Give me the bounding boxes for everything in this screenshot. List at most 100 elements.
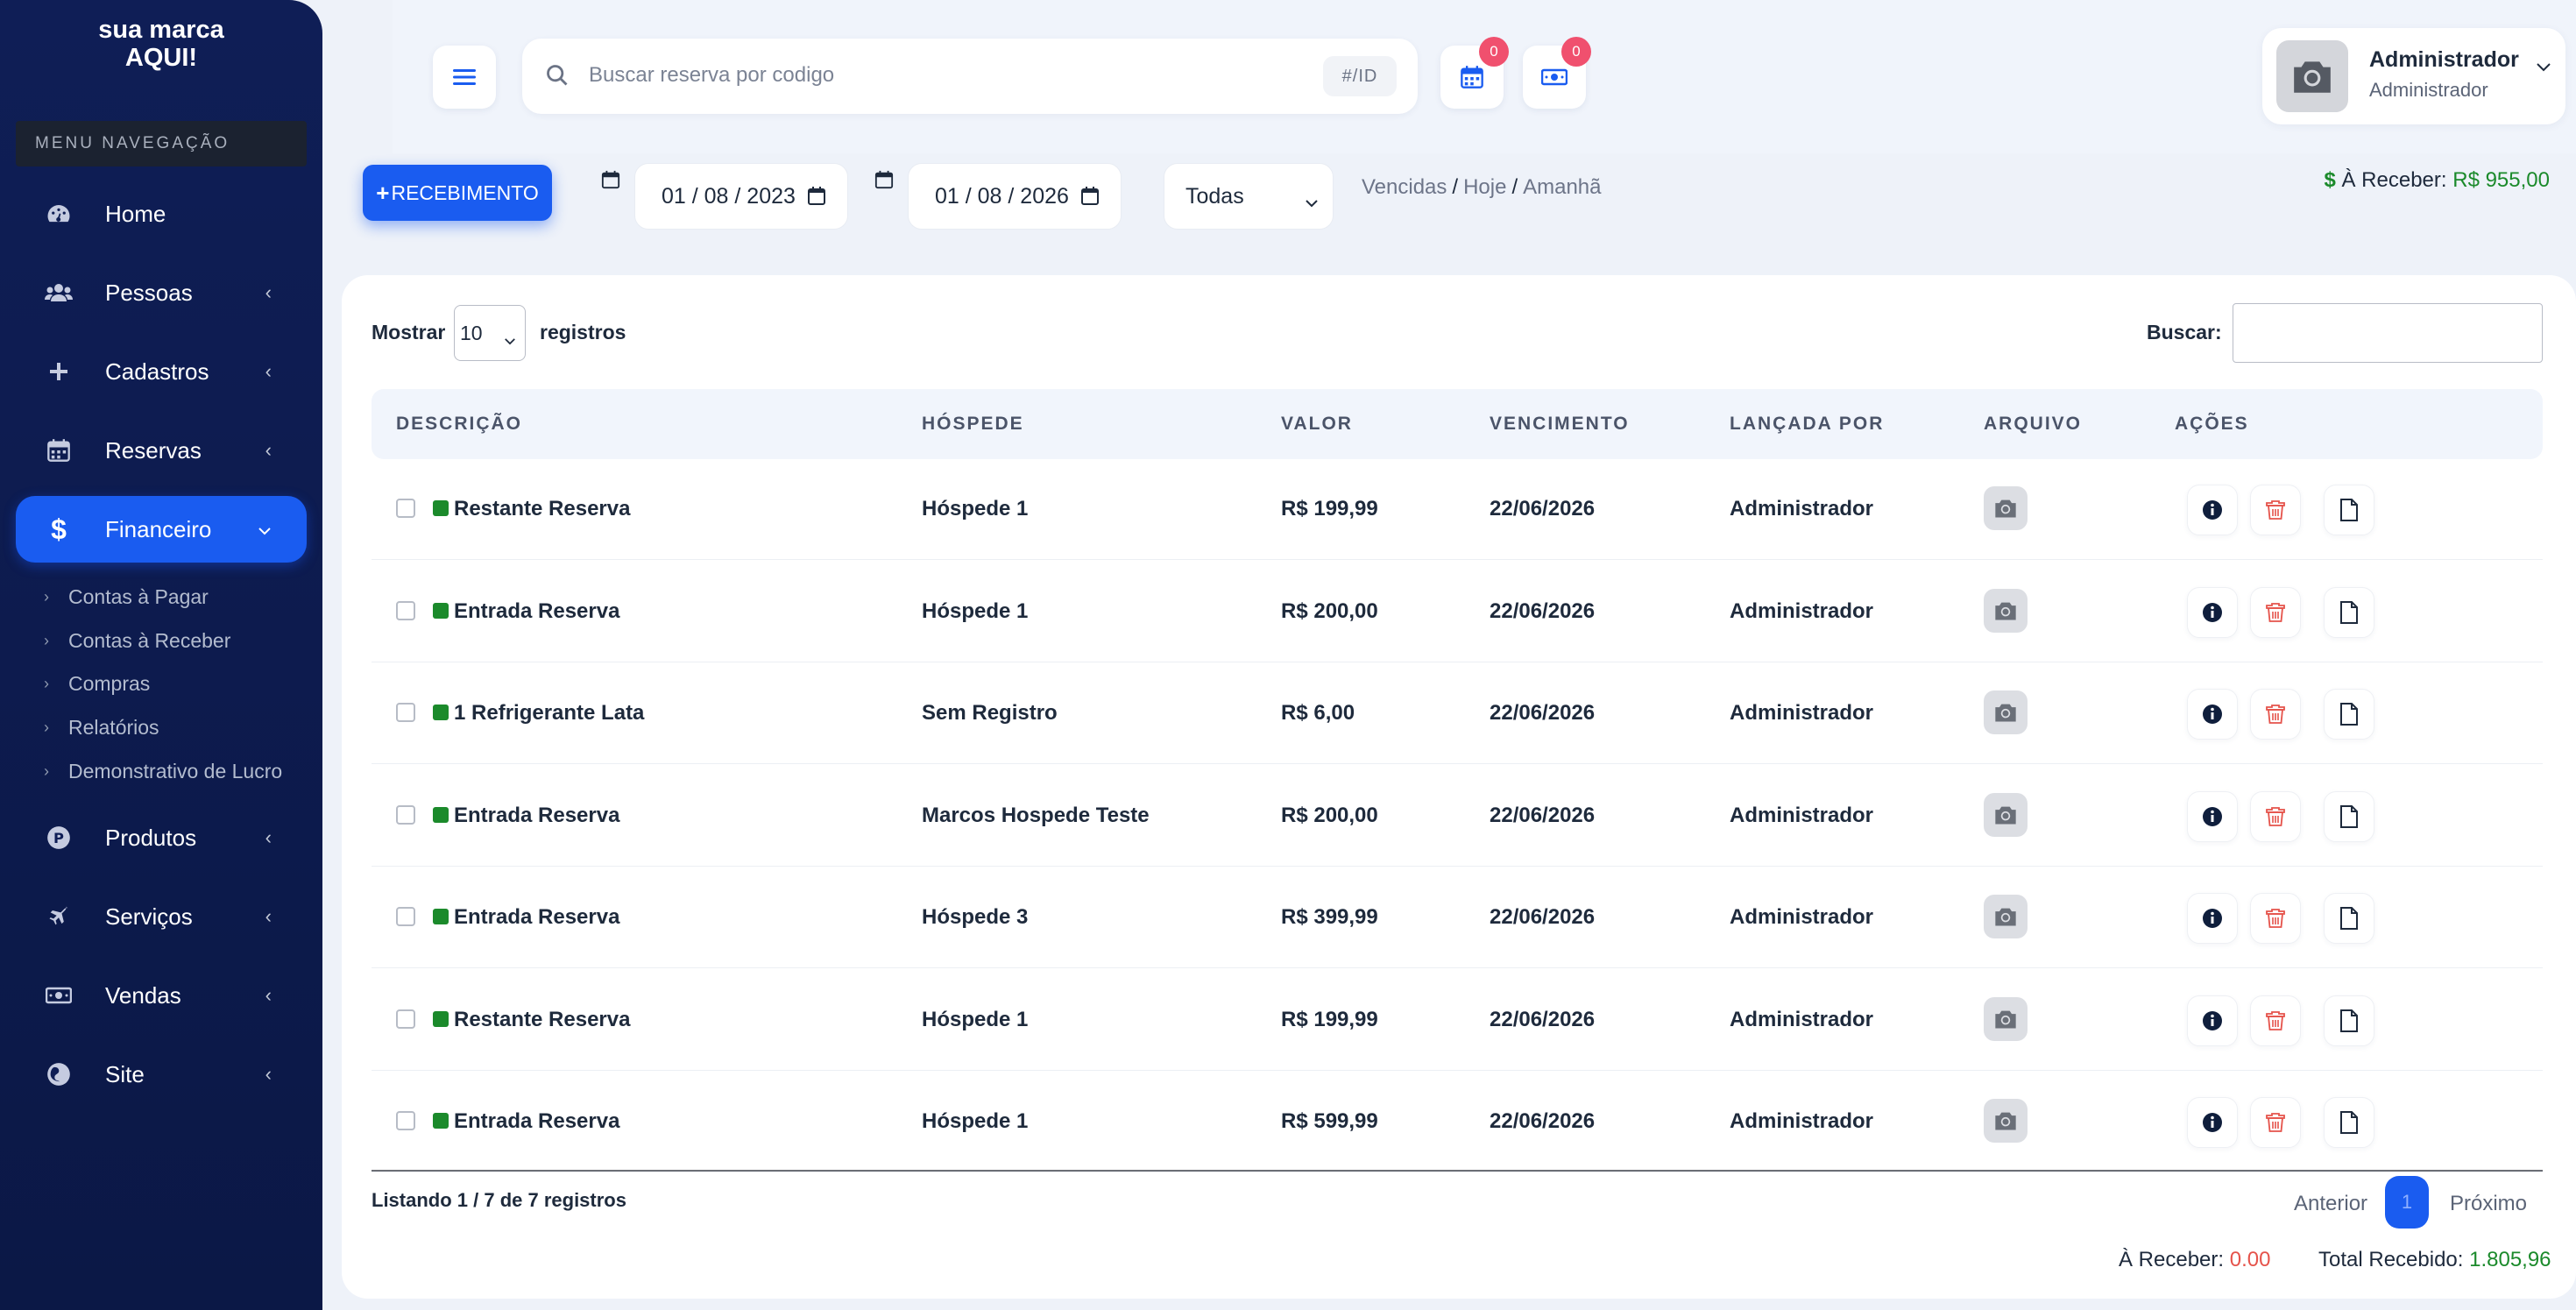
reservations-notification-button[interactable]: 0 [1440,37,1509,109]
sidebar-item-produtos[interactable]: P Produtos ‹ [16,804,307,871]
table-row[interactable]: Restante Reserva Hóspede 1 R$ 199,99 22/06/… [372,458,2543,560]
info-button[interactable] [2187,689,2238,740]
table-row[interactable]: Entrada Reserva Marcos Hospede Teste R$ 20… [372,765,2543,867]
chevron-left-icon: ‹ [265,1063,272,1085]
row-checkbox[interactable] [396,1111,415,1130]
submenu-contas-receber[interactable]: › Contas à Receber [44,629,230,653]
submenu-relatorios[interactable]: › Relatórios [44,716,159,740]
camera-icon[interactable] [1984,486,2028,530]
document-button[interactable] [2324,995,2374,1046]
new-receipt-button[interactable]: + RECEBIMENTO [363,165,552,221]
column-header[interactable]: VENCIMENTO [1490,414,1630,435]
column-header[interactable]: ARQUIVO [1984,414,2082,435]
menu-toggle-button[interactable] [433,46,496,109]
total-received: Total Recebido: 1.805,96 [2318,1248,2551,1272]
camera-icon[interactable] [1984,895,2028,938]
sidebar-item-label: Site [105,1060,145,1087]
delete-button[interactable] [2250,485,2301,535]
table-row[interactable]: Restante Reserva Hóspede 1 R$ 199,99 22/06/… [372,969,2543,1071]
total-label: Total Recebido: [2318,1248,2464,1271]
search-input[interactable]: Buscar reserva por codigo [589,63,834,88]
sidebar-item-vendas[interactable]: Vendas ‹ [16,962,307,1029]
date-to-input[interactable]: 01 / 08 / 2026 [908,163,1122,230]
camera-icon[interactable] [1984,690,2028,734]
table-row[interactable]: Entrada Reserva Hóspede 1 R$ 599,99 22/06/2… [372,1071,2543,1172]
delete-button[interactable] [2250,586,2301,638]
info-button[interactable] [2187,893,2238,944]
calendar-picker-icon[interactable] [806,186,827,207]
sidebar-item-home[interactable]: Home [16,181,307,247]
menu-section-label: MENU NAVEGAÇÃO [16,121,307,166]
filter-tomorrow-link[interactable]: Amanhã [1523,175,1601,199]
calendar-icon [1461,66,1483,89]
calendar-picker-icon[interactable] [1079,186,1100,207]
sidebar-item-pessoas[interactable]: Pessoas ‹ [16,259,307,326]
camera-icon[interactable] [1984,1099,2028,1143]
delete-button[interactable] [2250,995,2301,1046]
filter-today-link[interactable]: Hoje [1463,175,1506,199]
camera-icon[interactable] [1984,792,2028,837]
delete-button[interactable] [2250,790,2301,842]
camera-icon[interactable] [1984,588,2028,633]
document-button[interactable] [2324,689,2374,740]
sidebar-item-label: Vendas [105,981,181,1009]
pagination-page[interactable]: 1 [2385,1176,2429,1229]
sidebar-item-financeiro[interactable]: $ Financeiro [16,496,307,563]
sidebar-item-label: Financeiro [105,515,212,542]
info-button[interactable] [2187,485,2238,535]
submenu-demonstrativo-lucro[interactable]: › Demonstrativo de Lucro [44,760,282,783]
camera-icon[interactable] [1984,996,2028,1041]
table-row[interactable]: 1 Refrigerante Lata Sem Registro R$ 6,00 22… [372,662,2543,764]
document-button[interactable] [2324,586,2374,638]
row-checkbox[interactable] [396,499,415,518]
cell-lancada-por: Administrador [1730,497,1874,520]
page-size-select[interactable]: 10 [454,305,526,361]
pagination-next[interactable]: Próximo [2450,1192,2527,1216]
payments-notification-button[interactable]: 0 [1523,37,1591,109]
sidebar-item-servicos[interactable]: Serviços ‹ [16,883,307,950]
info-button[interactable] [2187,1097,2238,1148]
document-button[interactable] [2324,790,2374,842]
row-checkbox[interactable] [396,600,415,620]
cell-valor: R$ 599,99 [1281,1109,1378,1133]
row-checkbox[interactable] [396,703,415,722]
submenu-compras[interactable]: › Compras [44,672,150,696]
column-header[interactable]: AÇÕES [2175,414,2249,435]
delete-button[interactable] [2250,893,2301,944]
delete-button[interactable] [2250,1097,2301,1148]
svg-text:P: P [53,830,64,846]
brand-line-1: sua marca [98,16,224,44]
column-header[interactable]: DESCRIÇÃO [396,414,522,435]
delete-button[interactable] [2250,689,2301,740]
status-indicator-icon [433,1113,449,1129]
info-button[interactable] [2187,790,2238,842]
row-checkbox[interactable] [396,804,415,825]
reservation-search[interactable]: Buscar reserva por codigo #/ID [522,39,1418,114]
table-row[interactable]: Entrada Reserva Hóspede 3 R$ 399,99 22/06/2… [372,867,2543,968]
status-select[interactable]: Todas [1164,163,1334,230]
brand-logo[interactable]: sua marca AQUI! [0,0,322,105]
table-search-input[interactable] [2233,303,2543,363]
document-button[interactable] [2324,1097,2374,1148]
filter-overdue-link[interactable]: Vencidas [1362,175,1447,199]
row-checkbox[interactable] [396,907,415,926]
column-header[interactable]: HÓSPEDE [922,414,1024,435]
info-button[interactable] [2187,586,2238,638]
column-header[interactable]: LANÇADA POR [1730,414,1884,435]
sidebar-item-reservas[interactable]: Reservas ‹ [16,417,307,484]
chevron-down-icon [504,327,516,351]
document-button[interactable] [2324,893,2374,944]
dollar-icon: $ [51,513,67,545]
plus-icon [44,357,74,386]
document-button[interactable] [2324,485,2374,535]
user-menu[interactable]: Administrador Administrador [2262,28,2565,124]
pagination-previous[interactable]: Anterior [2294,1192,2367,1216]
sidebar-item-cadastros[interactable]: Cadastros ‹ [16,338,307,405]
row-checkbox[interactable] [396,1009,415,1029]
table-row[interactable]: Entrada Reserva Hóspede 1 R$ 200,00 22/06/2… [372,561,2543,662]
date-from-input[interactable]: 01 / 08 / 2023 [634,163,848,230]
info-button[interactable] [2187,995,2238,1046]
column-header[interactable]: VALOR [1281,414,1353,435]
sidebar-item-site[interactable]: Site ‹ [16,1041,307,1108]
submenu-contas-pagar[interactable]: › Contas à Pagar [44,585,209,609]
